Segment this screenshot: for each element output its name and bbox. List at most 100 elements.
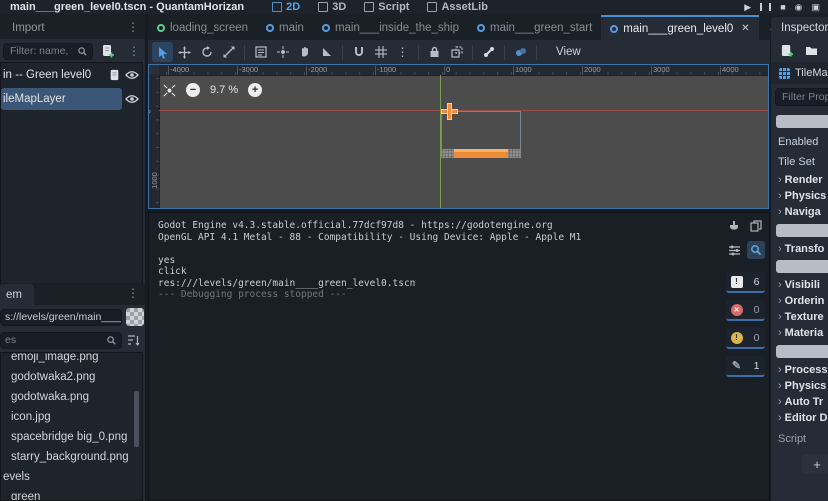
add-metadata-button[interactable]: + <box>802 454 828 474</box>
movie-mode-button[interactable]: ▣ <box>811 2 820 12</box>
script-icon[interactable] <box>109 69 120 81</box>
section-materia[interactable]: ›Materia <box>778 325 828 341</box>
console-side-controls: !6 ✕0 !0 ✎1 <box>724 217 766 377</box>
visibility-eye-icon[interactable] <box>125 94 139 104</box>
file-item[interactable]: godotwaka2.png <box>1 367 142 387</box>
section-naviga[interactable]: ›Naviga <box>778 204 828 220</box>
search-messages-button[interactable] <box>747 241 765 259</box>
remote-debug-button[interactable]: ◉ <box>795 2 803 12</box>
scale-tool[interactable] <box>218 42 239 62</box>
new-resource-icon[interactable] <box>781 44 793 57</box>
group-button[interactable] <box>446 42 467 62</box>
pan-tool[interactable] <box>294 42 315 62</box>
ruler-tick <box>582 66 583 75</box>
toggle-split-mode-button[interactable] <box>126 308 144 326</box>
filter-messages-button[interactable] <box>725 241 743 259</box>
rotate-tool[interactable] <box>196 42 217 62</box>
menu-item-script[interactable]: Script <box>364 1 409 13</box>
message-counter-button[interactable]: !6 <box>726 272 765 293</box>
play-button[interactable]: ▶ <box>744 2 751 12</box>
dock-options-icon[interactable]: ⋮ <box>127 286 139 300</box>
snap-options-menu[interactable]: ⋮ <box>392 42 413 62</box>
file-item[interactable]: emoji_image.png <box>1 352 142 367</box>
viewport-2d[interactable]: -4000-3000-2000-100001000200030004000 01… <box>148 64 769 209</box>
scene-tab-main___green_start[interactable]: main___green_start <box>468 15 601 40</box>
list-select-tool[interactable] <box>250 42 271 62</box>
tab-inspector[interactable]: Inspector <box>771 17 828 39</box>
copy-output-button[interactable] <box>747 217 765 235</box>
section-process[interactable]: ›Process <box>778 362 828 378</box>
section-transfo[interactable]: ›Transfo <box>778 241 828 257</box>
view-menu[interactable]: View <box>548 46 589 58</box>
section-auto-tr[interactable]: ›Auto Tr <box>778 394 828 410</box>
node-origin-gizmo[interactable] <box>441 103 458 120</box>
file-item[interactable]: icon.jpg <box>1 407 142 427</box>
filter-properties-input[interactable]: Filter Prop <box>775 88 828 106</box>
zoom-in-button[interactable]: + <box>248 83 262 97</box>
pause-button[interactable] <box>760 3 771 11</box>
current-path-field[interactable]: s://levels/green/main____ <box>0 309 122 326</box>
inspector-properties: EnabledTile Set›Render›Physics›Naviga›Tr… <box>771 112 828 474</box>
attach-script-icon[interactable] <box>101 44 114 58</box>
file-item[interactable]: godotwaka.png <box>1 387 142 407</box>
dock-options-icon[interactable]: ⋮ <box>127 20 139 34</box>
folder-item[interactable]: evels <box>1 467 142 487</box>
filter-properties-placeholder: Filter Prop <box>782 91 828 103</box>
scene-tab-main[interactable]: main <box>257 15 313 40</box>
horizontal-ruler: -4000-3000-2000-100001000200030004000 <box>159 65 769 76</box>
section-texture[interactable]: ›Texture <box>778 309 828 325</box>
filter-files-input[interactable]: es <box>0 332 122 349</box>
stop-button[interactable]: ■ <box>780 2 785 12</box>
scene-tab-loading_screen[interactable]: loading_screen <box>148 15 257 40</box>
smart-snap-toggle[interactable] <box>348 42 369 62</box>
clear-output-button[interactable] <box>725 217 743 235</box>
section-orderin[interactable]: ›Orderin <box>778 293 828 309</box>
menu-item-2d[interactable]: 2D <box>272 1 300 13</box>
tab-import[interactable]: Import <box>12 22 45 34</box>
warning-counter-button[interactable]: !0 <box>726 328 765 349</box>
scene-tab-main___inside_the_ship[interactable]: main___inside_the_ship <box>313 15 468 40</box>
section-render[interactable]: ›Render <box>778 172 828 188</box>
skeleton-options-button[interactable] <box>510 42 531 62</box>
tilemap-platform[interactable] <box>441 149 521 158</box>
section-visibili[interactable]: ›Visibili <box>778 277 828 293</box>
file-list-scrollbar[interactable] <box>134 391 139 447</box>
center-view-icon[interactable] <box>163 84 176 97</box>
zoom-out-button[interactable]: − <box>186 83 200 97</box>
file-item[interactable]: starry_background.png <box>1 447 142 467</box>
sort-files-icon[interactable] <box>127 334 140 346</box>
section-physics[interactable]: ›Physics <box>778 378 828 394</box>
close-icon[interactable]: ✕ <box>741 23 749 34</box>
inspector-toolbar <box>771 39 828 61</box>
section-editor-d[interactable]: ›Editor D <box>778 410 828 426</box>
lock-button[interactable] <box>424 42 445 62</box>
ruler-tool[interactable] <box>316 42 337 62</box>
toolbar-separator <box>536 45 537 60</box>
node-label: ileMapLayer <box>3 93 66 105</box>
skeleton-button[interactable] <box>478 42 499 62</box>
scene-node-root[interactable]: in -- Green level0 <box>1 63 142 87</box>
menu-item-3d[interactable]: 3D <box>318 1 346 13</box>
grid-snap-toggle[interactable] <box>370 42 391 62</box>
chevron-right-icon: › <box>778 190 782 202</box>
chevron-right-icon: › <box>778 311 782 323</box>
inspected-node-button[interactable]: TileMa <box>771 62 828 84</box>
error-icon: ✕ <box>731 304 743 316</box>
visibility-eye-icon[interactable] <box>125 70 139 80</box>
console-line <box>158 243 721 255</box>
scene-filter-input[interactable]: Filter: name, t:t <box>3 43 93 60</box>
scene-tab-main___green_level0[interactable]: main___green_level0✕ <box>601 15 758 40</box>
folder-item[interactable]: green <box>1 487 142 501</box>
tab-filesystem[interactable]: em <box>0 284 34 305</box>
section-physics[interactable]: ›Physics <box>778 188 828 204</box>
error-counter-button[interactable]: ✕0 <box>726 300 765 321</box>
load-resource-icon[interactable] <box>805 45 818 56</box>
edit-counter-button[interactable]: ✎1 <box>726 356 765 377</box>
move-tool[interactable] <box>174 42 195 62</box>
scene-node-tilemaplayer[interactable]: ileMapLayer <box>1 87 142 111</box>
menu-item-assetlib[interactable]: AssetLib <box>427 1 487 13</box>
scene-tree-options-icon[interactable]: ⋮ <box>128 44 140 58</box>
pivot-tool[interactable] <box>272 42 293 62</box>
select-tool[interactable] <box>152 42 173 62</box>
file-item[interactable]: spacebridge big_0.png <box>1 427 142 447</box>
